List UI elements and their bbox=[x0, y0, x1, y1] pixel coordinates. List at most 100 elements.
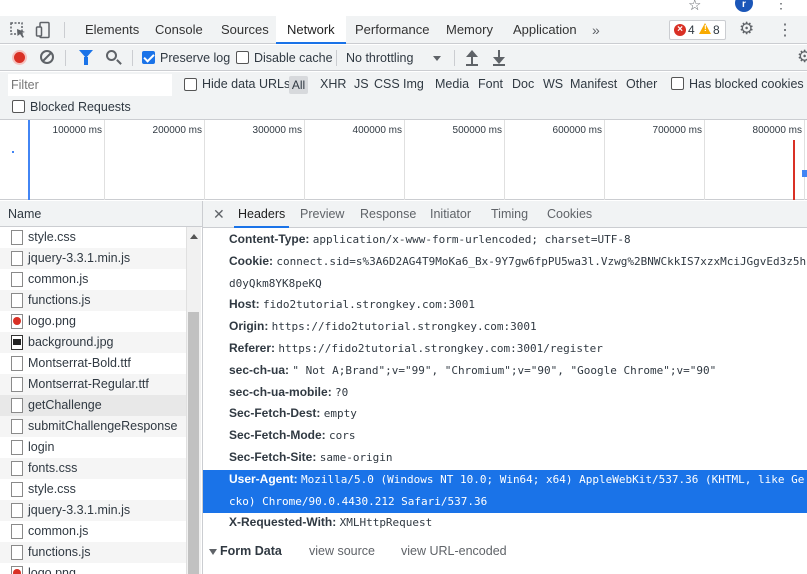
request-row[interactable]: getChallenge bbox=[0, 395, 186, 416]
request-name: common.js bbox=[28, 272, 89, 286]
scrollbar-thumb[interactable] bbox=[188, 312, 199, 574]
filter-type-xhr[interactable]: XHR bbox=[320, 77, 346, 91]
filter-icon[interactable] bbox=[79, 50, 93, 65]
tab-application[interactable]: Application bbox=[513, 16, 577, 44]
has-blocked-cookies-checkbox[interactable] bbox=[671, 77, 684, 90]
request-row[interactable]: Montserrat-Bold.ttf bbox=[0, 353, 186, 374]
bookmark-star-icon[interactable]: ☆ bbox=[688, 0, 701, 14]
expand-triangle-icon[interactable] bbox=[209, 549, 217, 555]
warning-exclamation-icon: ! bbox=[704, 24, 707, 33]
header-value: empty bbox=[323, 407, 357, 421]
file-icon bbox=[11, 356, 23, 371]
header-value: connect.sid=s%3A6D2AG4T9MoKa6_Bx-9Y7gw6f… bbox=[276, 254, 807, 268]
header-value: application/x-www-form-urlencoded; chars… bbox=[312, 233, 631, 246]
filter-type-all[interactable]: All bbox=[289, 76, 308, 94]
toolbar-divider bbox=[336, 50, 337, 66]
request-name: getChallenge bbox=[28, 398, 102, 412]
request-row[interactable]: jquery-3.3.1.min.js bbox=[0, 500, 186, 521]
request-row[interactable]: common.js bbox=[0, 521, 186, 542]
settings-gear-icon[interactable]: ⚙ bbox=[739, 19, 754, 39]
filter-type-font[interactable]: Font bbox=[478, 77, 503, 91]
request-bar bbox=[802, 170, 807, 177]
throttling-select[interactable]: No throttling bbox=[346, 51, 413, 65]
request-row[interactable]: style.css bbox=[0, 479, 186, 500]
inspect-element-icon[interactable] bbox=[9, 21, 27, 39]
name-column-header[interactable]: Name bbox=[0, 201, 203, 227]
filter-type-manifest[interactable]: Manifest bbox=[570, 77, 617, 91]
blocked-requests-checkbox[interactable] bbox=[12, 100, 25, 113]
filter-type-img[interactable]: Img bbox=[403, 77, 424, 91]
overview-tick-label: 600000 ms bbox=[552, 125, 602, 136]
request-row[interactable]: background.jpg bbox=[0, 332, 186, 353]
scroll-up-arrow-icon[interactable] bbox=[190, 234, 198, 239]
filter-type-css[interactable]: CSS bbox=[374, 77, 400, 91]
record-button[interactable] bbox=[12, 50, 27, 65]
devtools-menu-icon[interactable]: ⋮ bbox=[777, 20, 793, 40]
request-header-line: d0yQkm8YK8peKQ bbox=[229, 273, 322, 294]
request-row[interactable]: submitChallengeResponse bbox=[0, 416, 186, 437]
tab-response[interactable]: Response bbox=[360, 201, 416, 228]
filter-input[interactable] bbox=[8, 74, 172, 96]
filter-type-media[interactable]: Media bbox=[435, 77, 469, 91]
more-tabs-button[interactable]: » bbox=[592, 22, 600, 38]
tab-initiator[interactable]: Initiator bbox=[430, 201, 471, 228]
tab-preview[interactable]: Preview bbox=[300, 201, 344, 228]
network-settings-gear-icon[interactable]: ⚙ bbox=[797, 47, 807, 67]
profile-avatar[interactable]: r bbox=[735, 0, 753, 12]
tab-timing[interactable]: Timing bbox=[491, 201, 528, 228]
tab-elements[interactable]: Elements bbox=[85, 16, 139, 44]
clear-icon[interactable] bbox=[40, 50, 54, 64]
browser-menu-icon[interactable]: ⋮ bbox=[774, 0, 788, 12]
overview-tick-label: 800000 ms bbox=[752, 125, 802, 136]
request-row[interactable]: functions.js bbox=[0, 542, 186, 563]
request-row[interactable]: common.js bbox=[0, 269, 186, 290]
filter-type-other[interactable]: Other bbox=[626, 77, 657, 91]
search-icon[interactable] bbox=[106, 50, 117, 61]
request-row[interactable]: functions.js bbox=[0, 290, 186, 311]
image-file-icon bbox=[11, 314, 23, 329]
tab-console[interactable]: Console bbox=[155, 16, 203, 44]
filter-type-doc[interactable]: Doc bbox=[512, 77, 534, 91]
request-row[interactable]: jquery-3.3.1.min.js bbox=[0, 248, 186, 269]
device-toolbar-icon[interactable] bbox=[35, 21, 53, 39]
domcontentloaded-marker bbox=[28, 120, 30, 200]
overview-tick-label: 200000 ms bbox=[152, 125, 202, 136]
preserve-log-checkbox[interactable] bbox=[142, 51, 155, 64]
hide-data-urls-checkbox[interactable] bbox=[184, 78, 197, 91]
filter-type-js[interactable]: JS bbox=[354, 77, 369, 91]
filter-type-ws[interactable]: WS bbox=[543, 77, 563, 91]
import-har-icon[interactable] bbox=[465, 50, 479, 66]
tab-memory[interactable]: Memory bbox=[446, 16, 493, 44]
export-har-icon[interactable] bbox=[492, 50, 506, 66]
request-row[interactable]: logo.png bbox=[0, 563, 186, 574]
tab-cookies[interactable]: Cookies bbox=[547, 201, 592, 228]
request-header-line: sec-ch-ua-mobile: ?0 bbox=[229, 382, 348, 403]
disable-cache-checkbox[interactable] bbox=[236, 51, 249, 64]
issues-counter[interactable]: × 4 ! 8 bbox=[669, 20, 726, 40]
request-row[interactable]: logo.png bbox=[0, 311, 186, 332]
request-name: login bbox=[28, 440, 55, 454]
overview-tick-label: 400000 ms bbox=[352, 125, 402, 136]
view-source-link[interactable]: view source bbox=[309, 544, 375, 558]
tab-sources[interactable]: Sources bbox=[221, 16, 269, 44]
request-header-line: Host: fido2tutorial.strongkey.com:3001 bbox=[229, 294, 475, 315]
request-header-line: sec-ch-ua: " Not A;Brand";v="99", "Chrom… bbox=[229, 360, 716, 381]
tab-network[interactable]: Network bbox=[276, 16, 346, 44]
overview-gridline bbox=[504, 120, 505, 200]
request-header-line: Sec-Fetch-Dest: empty bbox=[229, 403, 357, 424]
request-header-line: User-Agent: Mozilla/5.0 (Windows NT 10.0… bbox=[229, 469, 804, 490]
request-name: functions.js bbox=[28, 545, 91, 559]
close-icon[interactable]: ✕ bbox=[213, 206, 225, 223]
request-name: submitChallengeResponse bbox=[28, 419, 178, 433]
view-url-encoded-link[interactable]: view URL-encoded bbox=[401, 544, 507, 558]
tab-headers[interactable]: Headers bbox=[234, 201, 290, 228]
toolbar-divider bbox=[65, 50, 66, 66]
request-row[interactable]: login bbox=[0, 437, 186, 458]
request-row[interactable]: fonts.css bbox=[0, 458, 186, 479]
blocked-requests-label: Blocked Requests bbox=[30, 100, 131, 114]
request-row[interactable]: Montserrat-Regular.ttf bbox=[0, 374, 186, 395]
tab-performance[interactable]: Performance bbox=[355, 16, 429, 44]
request-row[interactable]: style.css bbox=[0, 227, 186, 248]
network-overview[interactable]: 100000 ms 200000 ms 300000 ms 400000 ms … bbox=[0, 120, 807, 200]
file-icon bbox=[11, 251, 23, 266]
